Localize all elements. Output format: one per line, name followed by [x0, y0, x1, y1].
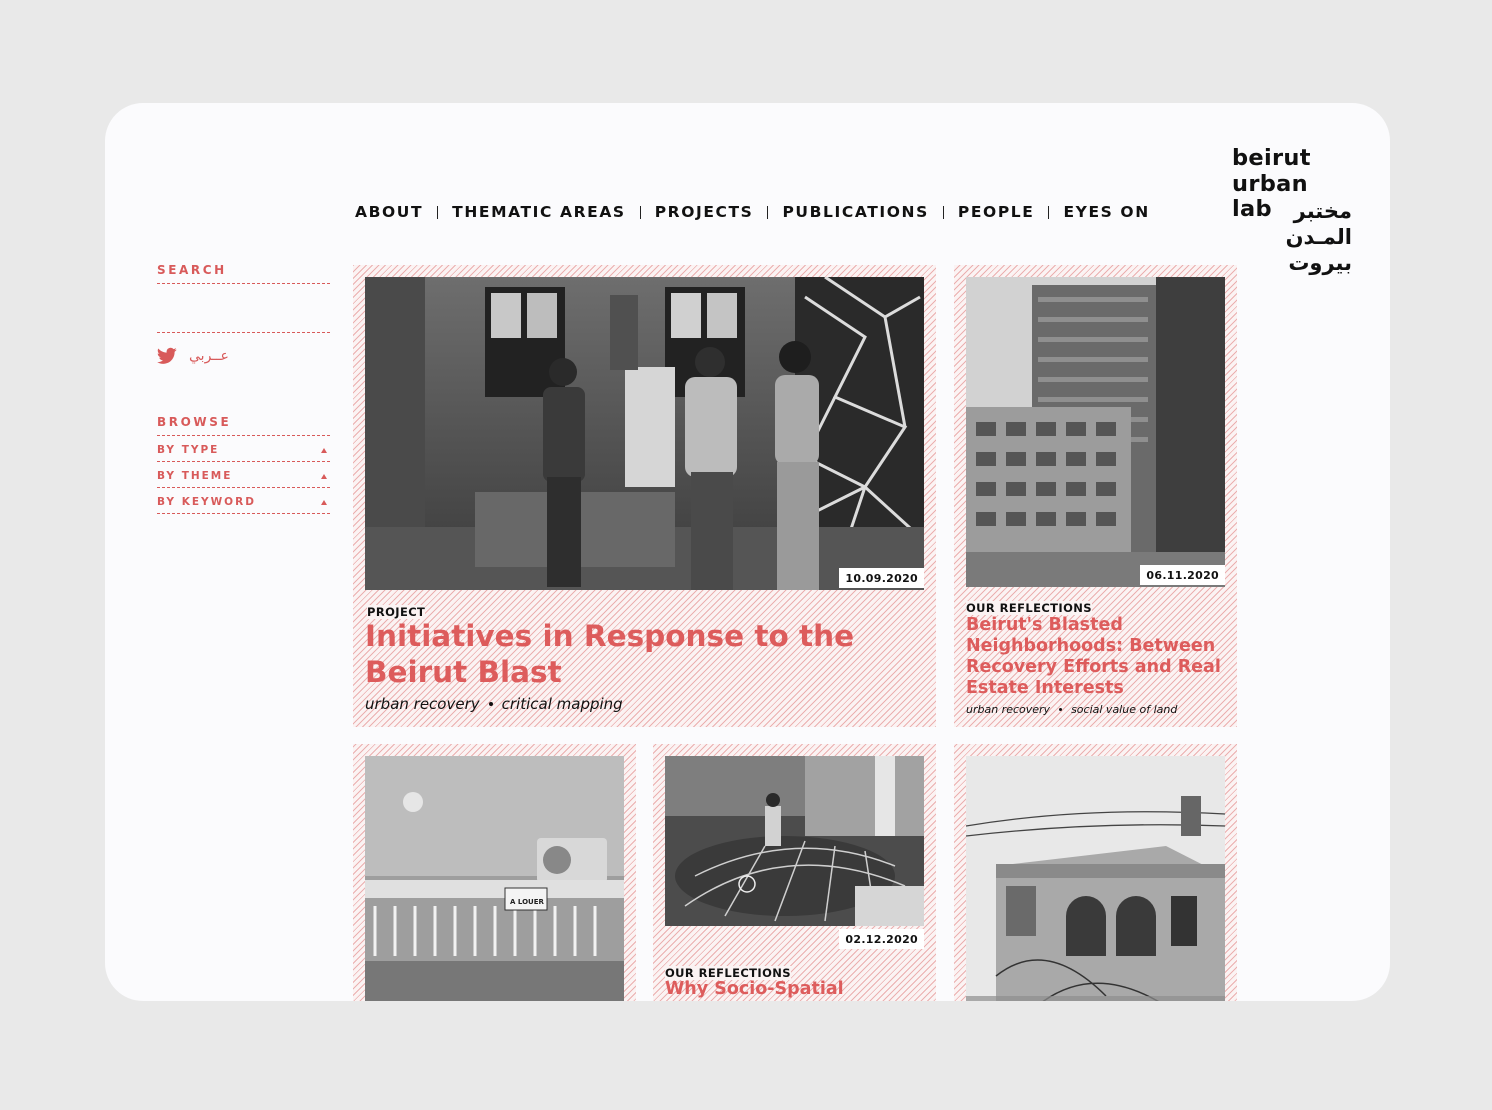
nav-eyes-on[interactable]: EYES ON: [1063, 203, 1149, 221]
sign-text: A LOUER: [510, 898, 544, 906]
nav-divider: [639, 205, 641, 219]
nav-divider: [1048, 205, 1050, 219]
browse-by-keyword[interactable]: BY KEYWORD: [157, 488, 330, 514]
search-label: SEARCH: [157, 263, 330, 284]
browse-item-label: BY TYPE: [157, 444, 220, 456]
nav-projects[interactable]: PROJECTS: [655, 203, 754, 221]
tag-link[interactable]: urban recovery: [966, 703, 1050, 716]
card-title[interactable]: Why Socio-Spatial: [665, 979, 927, 1000]
nav-divider: [942, 205, 944, 219]
tag-link[interactable]: critical mapping: [502, 695, 623, 713]
card-photo: A LOUER: [365, 756, 624, 1001]
card-tags: urban recovery critical mapping: [365, 695, 623, 713]
browse-item-label: BY THEME: [157, 470, 233, 482]
logo-line: مختبر: [1293, 199, 1352, 223]
main-nav: ABOUT THEMATIC AREAS PROJECTS PUBLICATIO…: [355, 203, 1150, 221]
nav-about[interactable]: ABOUT: [355, 203, 423, 221]
caret-up-icon: [321, 447, 327, 453]
nav-divider: [437, 205, 439, 219]
card-tags: urban recovery social value of land: [966, 703, 1177, 716]
card-date: 10.09.2020: [839, 568, 924, 588]
social-links: عــربي: [157, 345, 330, 367]
nav-publications[interactable]: PUBLICATIONS: [782, 203, 928, 221]
nav-thematic-areas[interactable]: THEMATIC AREAS: [452, 203, 626, 221]
browse-label: BROWSE: [157, 415, 330, 436]
card-date: 06.11.2020: [1140, 565, 1225, 585]
tag-link[interactable]: urban recovery: [365, 695, 480, 713]
browse-item-label: BY KEYWORD: [157, 496, 256, 508]
logo-line: beirut: [1232, 145, 1311, 171]
card-photo: [665, 756, 924, 926]
card-type: OUR REFLECTIONS: [665, 966, 791, 980]
caret-up-icon: [321, 499, 327, 505]
card-title[interactable]: Initiatives in Response to the Beirut Bl…: [365, 618, 915, 690]
logo-line: urban: [1232, 170, 1308, 197]
logo-line: المـدن: [1285, 225, 1352, 249]
browse-by-theme[interactable]: BY THEME: [157, 462, 330, 488]
card-photo: [365, 277, 924, 590]
tag-separator: [488, 702, 493, 706]
browse-by-type[interactable]: BY TYPE: [157, 436, 330, 462]
featured-card[interactable]: 10.09.2020 PROJECT Initiatives in Respon…: [353, 265, 936, 727]
card-title[interactable]: Beirut's Blasted Neighborhoods: Between …: [966, 615, 1228, 699]
card-photo: [966, 277, 1225, 587]
content-card[interactable]: [954, 744, 1237, 1001]
card-photo: [966, 756, 1225, 1001]
reflection-card[interactable]: 06.11.2020 OUR REFLECTIONS Beirut's Blas…: [954, 265, 1237, 727]
nav-divider: [767, 205, 769, 219]
site-logo[interactable]: beirut urban lab مختبر المـدن بيروت: [1232, 145, 1352, 276]
content-card[interactable]: A LOUER: [353, 744, 636, 1001]
logo-line: بيروت: [1288, 251, 1352, 275]
tag-link[interactable]: social value of land: [1071, 703, 1177, 716]
arabic-language-link[interactable]: عــربي: [189, 348, 229, 364]
search-input[interactable]: [157, 284, 330, 333]
browser-window: ABOUT THEMATIC AREAS PROJECTS PUBLICATIO…: [105, 103, 1390, 1001]
logo-arabic: مختبر المـدن بيروت: [1286, 198, 1352, 276]
sidebar: SEARCH عــربي BROWSE BY TYPE BY THEME BY…: [157, 263, 330, 514]
twitter-icon[interactable]: [157, 347, 177, 365]
reflection-card[interactable]: 02.12.2020 OUR REFLECTIONS Why Socio-Spa…: [653, 744, 936, 1001]
browse-section: BROWSE BY TYPE BY THEME BY KEYWORD: [157, 415, 330, 514]
card-date: 02.12.2020: [839, 929, 924, 949]
caret-up-icon: [321, 473, 327, 479]
nav-people[interactable]: PEOPLE: [958, 203, 1035, 221]
card-type: OUR REFLECTIONS: [966, 601, 1092, 615]
card-type: PROJECT: [367, 605, 426, 619]
tag-separator: [1059, 708, 1063, 711]
